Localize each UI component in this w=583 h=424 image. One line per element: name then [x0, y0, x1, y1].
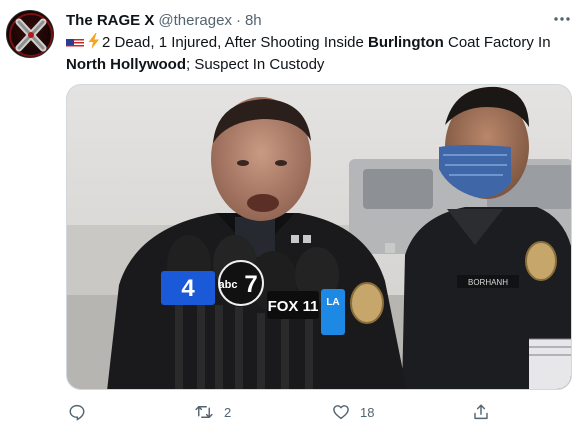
like-count: 18	[360, 404, 375, 420]
press-conference-photo: BORHANH 4 abc 7 FOX 11 LA	[67, 85, 571, 389]
tweet[interactable]: The RAGE X @theragex · 8h 2 Dead, 1 Inju…	[0, 0, 583, 424]
text-bold-2: North Hollywood	[66, 56, 186, 73]
mic-flag-4: 4	[181, 275, 195, 302]
mic-flag-la: LA	[326, 297, 339, 308]
share-icon	[474, 404, 488, 420]
display-name[interactable]: The RAGE X	[66, 12, 154, 29]
like-icon	[333, 405, 349, 420]
reply-icon	[69, 404, 85, 421]
retweet-icon	[195, 406, 213, 418]
mic-flag-abc: abc	[219, 279, 238, 291]
share-button[interactable]	[472, 402, 490, 422]
header-separator: ·	[235, 11, 241, 29]
reply-button[interactable]	[68, 402, 96, 422]
retweet-button[interactable]: 2	[194, 402, 231, 422]
avatar-x-logo	[9, 13, 53, 57]
text-part-1: 2 Dead, 1 Injured, After Shooting Inside	[102, 34, 369, 51]
mic-flag-fox: FOX 11	[268, 298, 319, 315]
more-icon[interactable]	[553, 10, 571, 28]
name-tag-text: BORHANH	[468, 278, 508, 287]
us-flag-emoji	[66, 36, 84, 48]
timestamp[interactable]: 8h	[245, 12, 262, 29]
text-part-3: ; Suspect In Custody	[186, 56, 325, 73]
lightning-emoji	[86, 33, 102, 49]
tweet-actions: 2 18	[66, 402, 506, 422]
tweet-media[interactable]: BORHANH 4 abc 7 FOX 11 LA	[66, 84, 572, 390]
text-part-2: Coat Factory In	[443, 34, 551, 51]
avatar[interactable]	[6, 10, 54, 58]
mic-flag-7: 7	[244, 271, 257, 298]
retweet-count: 2	[224, 404, 232, 420]
like-button[interactable]: 18	[332, 402, 374, 422]
text-bold-1: Burlington	[368, 34, 444, 51]
tweet-text: 2 Dead, 1 Injured, After Shooting Inside…	[66, 32, 566, 76]
handle[interactable]: @theragex	[158, 12, 232, 29]
tweet-header: The RAGE X @theragex · 8h	[66, 10, 262, 30]
